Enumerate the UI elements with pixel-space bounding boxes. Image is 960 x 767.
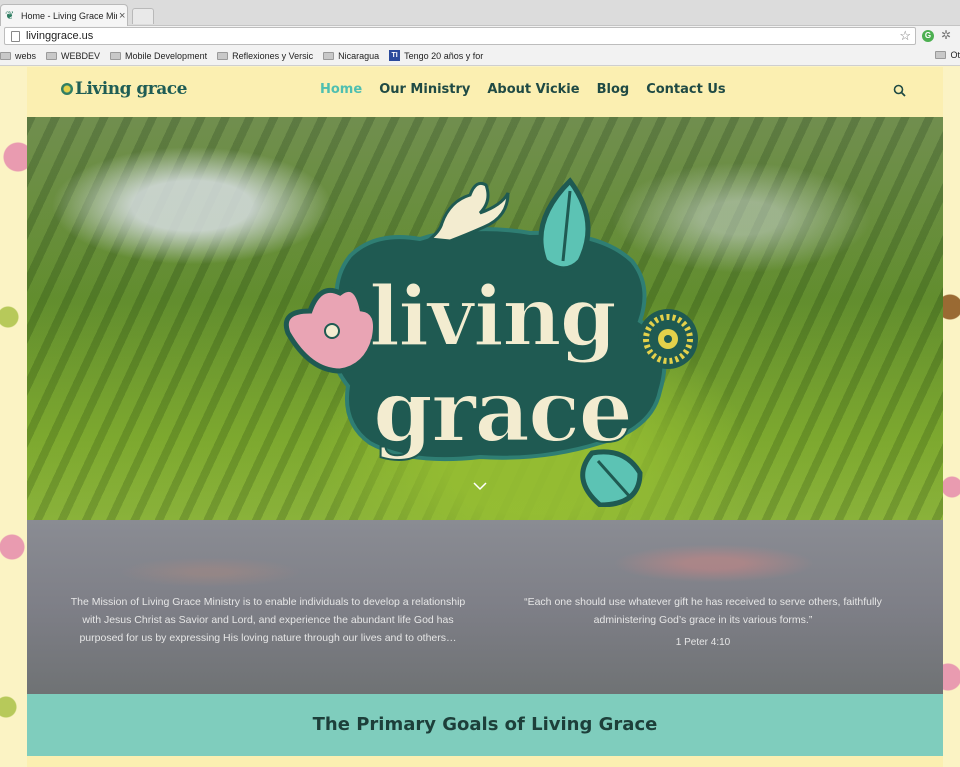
bookmark-nicaragua[interactable]: Nicaragua — [323, 51, 379, 61]
hero-logo-line-2: grace — [373, 361, 631, 462]
mission-statement: The Mission of Living Grace Ministry is … — [70, 596, 466, 644]
bookmark-reflexiones[interactable]: Reflexiones y Versic — [217, 51, 313, 61]
url-text: livinggrace.us — [26, 30, 94, 42]
flower-icon — [61, 83, 73, 95]
bookmark-webs[interactable]: webs — [0, 51, 36, 61]
goals-section: The Primary Goals of Living Grace — [27, 694, 943, 756]
search-icon[interactable] — [893, 84, 906, 97]
lily-flower-icon — [283, 287, 378, 374]
website: Living grace Home Our Ministry About Vic… — [27, 67, 943, 767]
nav-blog[interactable]: Blog — [597, 82, 630, 97]
folder-icon — [323, 51, 335, 60]
other-bookmarks-label: Ot — [950, 50, 960, 60]
folder-icon — [0, 51, 11, 60]
browser-toolbar: livinggrace.us ☆ — [0, 26, 960, 46]
goals-heading: The Primary Goals of Living Grace — [312, 714, 658, 735]
ti-site-icon: TI — [389, 50, 401, 61]
sunflower-icon — [638, 309, 698, 369]
main-nav: Home Our Ministry About Vickie Blog Cont… — [320, 82, 743, 97]
folder-icon — [217, 51, 229, 60]
nav-contact-us[interactable]: Contact Us — [646, 82, 725, 97]
hero-banner: living grace — [27, 117, 943, 520]
site-header: Living grace Home Our Ministry About Vic… — [27, 67, 943, 117]
dove-favicon-icon: ❦ — [5, 9, 15, 22]
bookmarks-bar: webs WEBDEV Mobile Development Reflexion… — [0, 46, 960, 66]
chevron-down-icon[interactable] — [473, 481, 487, 491]
address-bar[interactable]: livinggrace.us ☆ — [4, 27, 916, 45]
site-logo[interactable]: Living grace — [61, 79, 187, 99]
extensions-puzzle-icon[interactable]: ✲ — [941, 28, 951, 42]
bookmark-label: Mobile Development — [125, 50, 208, 61]
page-icon — [11, 30, 20, 42]
browser-tabstrip: ❦ Home - Living Grace Minis × — [0, 0, 960, 26]
nav-our-ministry[interactable]: Our Ministry — [379, 82, 470, 97]
other-bookmarks[interactable]: Ot — [935, 50, 960, 60]
bible-verse: “Each one should use whatever gift he ha… — [524, 596, 882, 626]
bookmark-label: Nicaragua — [338, 50, 380, 61]
bookmark-label: Tengo 20 años y for — [404, 50, 484, 61]
folder-icon — [935, 51, 947, 59]
browser-tab[interactable]: ❦ Home - Living Grace Minis × — [0, 4, 128, 26]
leaf-icon — [538, 177, 591, 272]
mission-section: The Mission of Living Grace Ministry is … — [27, 520, 943, 694]
hero-logo-line-1: living — [369, 269, 616, 365]
bookmark-mobile-development[interactable]: Mobile Development — [110, 51, 207, 61]
logo-text: Living grace — [75, 79, 187, 99]
nav-about-vickie[interactable]: About Vickie — [487, 82, 579, 97]
verse-reference: 1 Peter 4:10 — [675, 637, 731, 648]
bookmark-webdev[interactable]: WEBDEV — [46, 51, 100, 61]
bookmark-label: WEBDEV — [61, 50, 101, 61]
bookmark-star-icon[interactable]: ☆ — [899, 28, 911, 44]
extension-icon[interactable]: G — [922, 30, 934, 42]
folder-icon — [110, 51, 122, 60]
living-grace-hero-logo: living grace — [283, 177, 698, 507]
bookmark-tengo-20[interactable]: TI Tengo 20 años y for — [389, 50, 483, 61]
tab-title: Home - Living Grace Minis — [21, 10, 117, 21]
close-tab-icon[interactable]: × — [119, 10, 125, 22]
folder-icon — [46, 51, 58, 60]
bookmark-label: webs — [15, 50, 37, 61]
nav-home[interactable]: Home — [320, 82, 362, 97]
bottom-strip — [27, 756, 943, 767]
bookmark-label: Reflexiones y Versic — [232, 50, 314, 61]
new-tab-button[interactable] — [132, 8, 154, 24]
